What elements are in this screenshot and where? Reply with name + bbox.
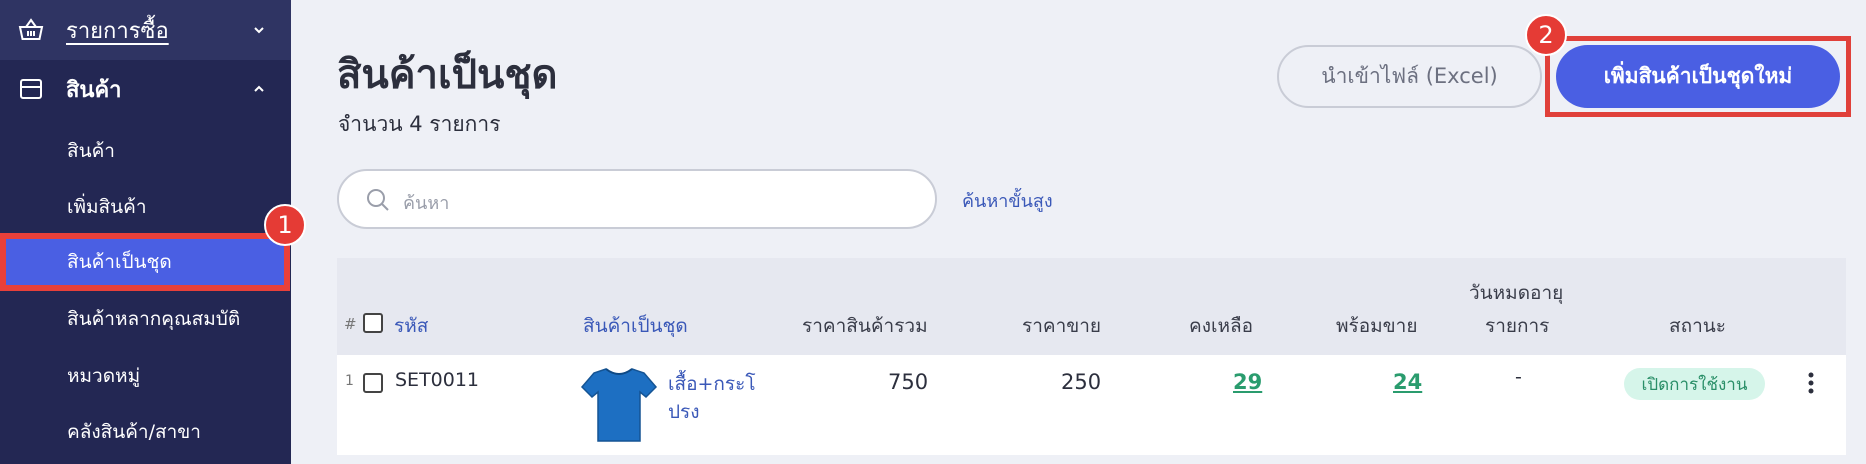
row-code: SET0011 xyxy=(395,369,480,391)
chevron-down-icon xyxy=(254,27,264,34)
row-total-price: 750 xyxy=(888,370,929,394)
row-available-link[interactable]: 24 xyxy=(1393,370,1422,394)
step-badge-1: 1 xyxy=(264,204,306,246)
import-excel-button[interactable]: นำเข้าไฟล์ (Excel) xyxy=(1277,45,1542,108)
table-row[interactable]: 1 SET0011 เสื้อ+กระโ ปรง 750 250 29 24 - xyxy=(337,355,1846,455)
row-remaining-link[interactable]: 29 xyxy=(1233,370,1262,394)
sidebar-item-categories[interactable]: หมวดหมู่ xyxy=(0,348,291,404)
sidebar-item-label: สินค้า xyxy=(67,140,115,162)
item-count: จำนวน 4 รายการ xyxy=(338,112,501,136)
row-product-name-line1[interactable]: เสื้อ+กระโ xyxy=(668,369,756,399)
sidebar-item-warehouses[interactable]: คลังสินค้า/สาขา xyxy=(0,404,291,460)
col-available: พร้อมขาย xyxy=(1336,315,1418,337)
col-sale-price: ราคาขาย xyxy=(1022,315,1102,337)
sidebar-item-label: สินค้าเป็นชุด xyxy=(67,251,172,273)
more-options-icon[interactable] xyxy=(1808,372,1814,394)
sidebar: รายการซื้อ สินค้า สินค้า เพิ่มสินค้า สิน… xyxy=(0,0,291,464)
search-placeholder: ค้นหา xyxy=(403,193,450,214)
col-index: # xyxy=(344,315,357,333)
status-badge: เปิดการใช้งาน xyxy=(1624,368,1765,400)
sidebar-section-products-label: สินค้า xyxy=(66,77,122,103)
sidebar-section-products[interactable]: สินค้า xyxy=(0,60,291,118)
sidebar-item-variant-products[interactable]: สินค้าหลากคุณสมบัติ xyxy=(0,291,291,347)
col-total-price: ราคาสินค้ารวม xyxy=(802,315,928,337)
row-sale-price: 250 xyxy=(1061,370,1102,394)
select-all-checkbox[interactable] xyxy=(363,313,383,333)
step-badge-2: 2 xyxy=(1525,14,1567,56)
box-icon xyxy=(20,79,42,99)
row-expiry: - xyxy=(1515,366,1522,388)
col-code[interactable]: รหัส xyxy=(394,311,428,341)
sidebar-item-label: สินค้าหลากคุณสมบัติ xyxy=(67,308,241,330)
search-input[interactable]: ค้นหา xyxy=(337,169,937,229)
advanced-search-link[interactable]: ค้นหาขั้นสูง xyxy=(962,186,1053,215)
col-expiry-line1: วันหมดอายุ xyxy=(1469,282,1564,304)
chevron-up-icon xyxy=(254,85,264,92)
sidebar-section-purchases-label: รายการซื้อ xyxy=(66,18,169,44)
table-header: # รหัส สินค้าเป็นชุด ราคาสินค้ารวม ราคาข… xyxy=(337,258,1846,355)
sidebar-item-label: หมวดหมู่ xyxy=(67,365,141,387)
col-expiry-line2: รายการ xyxy=(1485,315,1550,337)
row-checkbox[interactable] xyxy=(363,373,383,393)
sidebar-item-product-sets[interactable]: สินค้าเป็นชุด xyxy=(0,233,290,291)
page-title: สินค้าเป็นชุด xyxy=(337,52,558,98)
row-product-name-line2[interactable]: ปรง xyxy=(668,397,700,427)
col-set-product[interactable]: สินค้าเป็นชุด xyxy=(583,311,688,341)
row-index: 1 xyxy=(345,373,354,389)
sidebar-item-add-product[interactable]: เพิ่มสินค้า xyxy=(0,179,291,235)
sidebar-section-purchases[interactable]: รายการซื้อ xyxy=(0,0,291,60)
sidebar-item-label: เพิ่มสินค้า xyxy=(67,196,147,218)
add-product-set-button[interactable]: เพิ่มสินค้าเป็นชุดใหม่ xyxy=(1556,45,1840,108)
tshirt-product-image xyxy=(580,368,658,442)
basket-icon xyxy=(18,18,44,40)
search-icon xyxy=(367,189,389,211)
sidebar-item-label: คลังสินค้า/สาขา xyxy=(67,421,201,443)
col-remaining: คงเหลือ xyxy=(1189,315,1254,337)
sidebar-item-products[interactable]: สินค้า xyxy=(0,123,291,179)
col-status: สถานะ xyxy=(1669,315,1726,337)
